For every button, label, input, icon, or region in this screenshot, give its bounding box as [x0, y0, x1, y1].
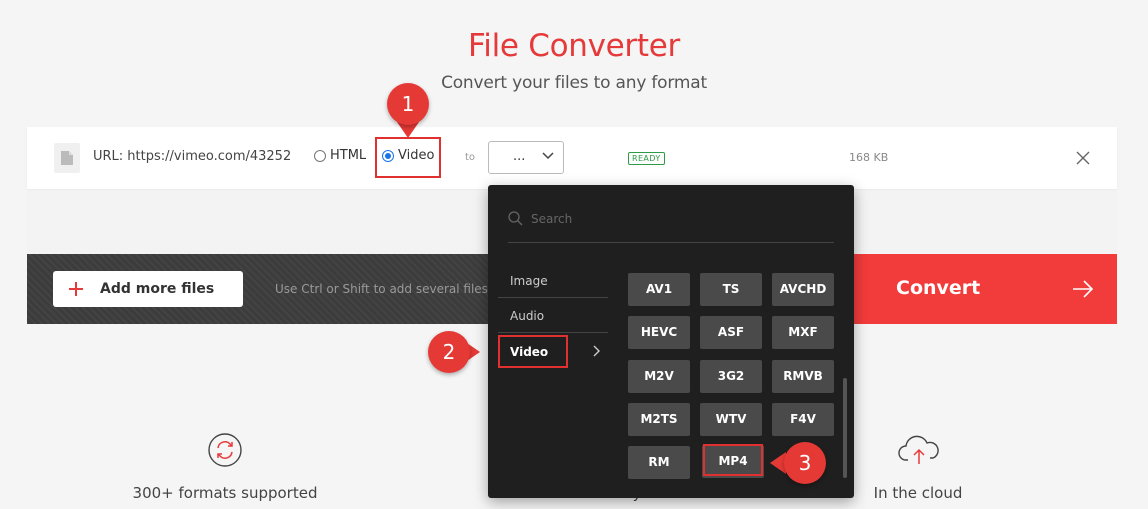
format-ts[interactable]: TS	[700, 273, 762, 306]
format-av1[interactable]: AV1	[628, 273, 690, 306]
format-select-value: ...	[513, 149, 526, 164]
add-more-files-label: Add more files	[100, 281, 215, 297]
format-select[interactable]: ...	[488, 141, 564, 174]
format-rm[interactable]: RM	[628, 446, 690, 479]
format-mxf[interactable]: MXF	[772, 316, 834, 349]
format-wtv[interactable]: WTV	[700, 403, 762, 436]
status-badge: READY	[628, 152, 665, 165]
highlight-video-option	[375, 137, 441, 178]
format-f4v[interactable]: F4V	[772, 403, 834, 436]
add-more-files-button[interactable]: Add more files	[53, 271, 243, 307]
file-url: URL: https://vimeo.com/43252	[93, 149, 292, 164]
format-asf[interactable]: ASF	[700, 316, 762, 349]
dropdown-scrollbar[interactable]	[843, 378, 847, 478]
refresh-icon	[208, 433, 242, 467]
format-m2ts[interactable]: M2TS	[628, 403, 690, 436]
format-rmvb[interactable]: RMVB	[772, 360, 834, 393]
category-image[interactable]: Image	[498, 264, 608, 298]
format-hevc[interactable]: HEVC	[628, 316, 690, 349]
search-placeholder: Search	[531, 212, 573, 226]
radio-html[interactable]: HTML	[314, 148, 366, 163]
convert-label: Convert	[896, 277, 981, 299]
highlight-video-category	[498, 335, 568, 368]
search-icon	[508, 211, 523, 226]
radio-html-label: HTML	[330, 148, 367, 163]
convert-button[interactable]: Convert	[826, 254, 1117, 324]
chevron-down-icon	[542, 152, 554, 160]
callout-1: 1	[387, 83, 429, 125]
cloud-upload-icon	[898, 435, 939, 464]
file-icon	[54, 143, 80, 173]
category-audio[interactable]: Audio	[498, 299, 608, 333]
to-label: to	[465, 152, 476, 163]
chevron-right-icon	[593, 345, 600, 357]
file-size: 168 KB	[849, 151, 889, 164]
page-subtitle: Convert your files to any format	[441, 73, 707, 93]
format-avchd[interactable]: AVCHD	[772, 273, 834, 306]
format-m2v[interactable]: M2V	[628, 360, 690, 393]
plus-icon	[69, 282, 83, 296]
feature-formats: 300+ formats supported	[132, 484, 318, 502]
radio-html-circle[interactable]	[314, 149, 326, 162]
search-field[interactable]: Search	[508, 207, 834, 243]
highlight-mp4	[703, 444, 763, 476]
page-title: File Converter	[468, 28, 680, 64]
callout-3: 3	[784, 442, 826, 484]
hint-text: Use Ctrl or Shift to add several files a	[275, 282, 500, 296]
file-row: URL: https://vimeo.com/43252 HTML Video …	[27, 127, 1117, 189]
format-3g2[interactable]: 3G2	[700, 360, 762, 393]
close-icon[interactable]	[1076, 151, 1090, 165]
callout-2: 2	[428, 331, 470, 373]
arrow-right-icon	[1073, 280, 1094, 298]
